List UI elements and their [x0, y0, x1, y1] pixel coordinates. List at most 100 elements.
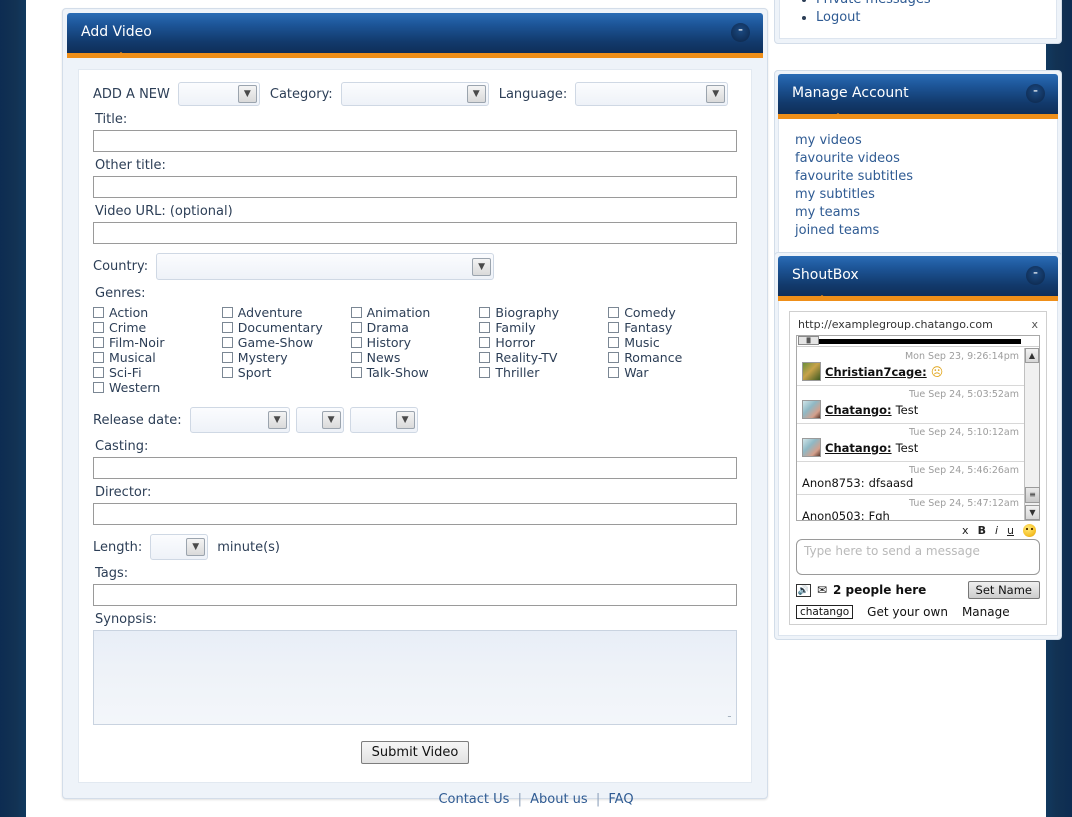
- tags-input[interactable]: [93, 584, 737, 606]
- speaker-icon[interactable]: 🔊: [796, 584, 811, 597]
- genre-checkbox-item[interactable]: Action: [93, 305, 222, 320]
- set-name-button[interactable]: Set Name: [968, 581, 1040, 599]
- other-title-input[interactable]: [93, 176, 737, 198]
- video-url-input[interactable]: [93, 222, 737, 244]
- genre-checkbox-item[interactable]: Horror: [479, 335, 608, 350]
- private-messages-link[interactable]: Private messages: [816, 0, 931, 7]
- genre-checkbox-item[interactable]: Talk-Show: [351, 365, 480, 380]
- checkbox-icon[interactable]: [479, 307, 490, 318]
- length-select[interactable]: ▼: [150, 534, 208, 560]
- checkbox-icon[interactable]: [608, 322, 619, 333]
- checkbox-icon[interactable]: [479, 367, 490, 378]
- checkbox-icon[interactable]: [222, 367, 233, 378]
- scroll-down-icon[interactable]: ▼: [1025, 505, 1040, 520]
- my-videos-link[interactable]: my videos: [795, 133, 1057, 148]
- country-select[interactable]: ▼: [156, 253, 494, 280]
- genre-checkbox-item[interactable]: News: [351, 350, 480, 365]
- synopsis-textarea[interactable]: ╴: [93, 630, 737, 725]
- checkbox-icon[interactable]: [222, 337, 233, 348]
- close-icon[interactable]: x: [1031, 318, 1038, 331]
- underline-button[interactable]: u: [1007, 524, 1014, 537]
- checkbox-icon[interactable]: [351, 352, 362, 363]
- faq-link[interactable]: FAQ: [608, 792, 633, 807]
- clear-format-button[interactable]: x: [962, 524, 969, 537]
- my-teams-link[interactable]: my teams: [795, 205, 1057, 220]
- genre-checkbox-item[interactable]: Mystery: [222, 350, 351, 365]
- checkbox-icon[interactable]: [608, 307, 619, 318]
- genre-checkbox-item[interactable]: Sport: [222, 365, 351, 380]
- genre-checkbox-item[interactable]: Thriller: [479, 365, 608, 380]
- checkbox-icon[interactable]: [608, 352, 619, 363]
- casting-input[interactable]: [93, 457, 737, 479]
- genre-checkbox-item[interactable]: Documentary: [222, 320, 351, 335]
- genre-checkbox-item[interactable]: Fantasy: [608, 320, 737, 335]
- message-username[interactable]: Chatango:: [825, 441, 892, 455]
- joined-teams-link[interactable]: joined teams: [795, 223, 1057, 238]
- checkbox-icon[interactable]: [479, 337, 490, 348]
- genre-checkbox-item[interactable]: War: [608, 365, 737, 380]
- resize-handle-icon[interactable]: ╴: [728, 712, 734, 723]
- language-select[interactable]: ▼: [575, 82, 728, 106]
- checkbox-icon[interactable]: [608, 367, 619, 378]
- chat-scrollbar[interactable]: ▲ ≡ ▼: [1024, 348, 1039, 520]
- message-username[interactable]: Christian7cage:: [825, 365, 927, 379]
- genre-checkbox-item[interactable]: Western: [93, 380, 222, 395]
- checkbox-icon[interactable]: [479, 322, 490, 333]
- genre-checkbox-item[interactable]: Sci-Fi: [93, 365, 222, 380]
- genre-checkbox-item[interactable]: Film-Noir: [93, 335, 222, 350]
- checkbox-icon[interactable]: [479, 352, 490, 363]
- title-input[interactable]: [93, 130, 737, 152]
- checkbox-icon[interactable]: [351, 307, 362, 318]
- chat-message-input[interactable]: Type here to send a message: [796, 539, 1040, 575]
- favourite-subtitles-link[interactable]: favourite subtitles: [795, 169, 1057, 184]
- smiley-icon[interactable]: [1023, 524, 1036, 537]
- genre-checkbox-item[interactable]: Family: [479, 320, 608, 335]
- checkbox-icon[interactable]: [608, 337, 619, 348]
- favourite-videos-link[interactable]: favourite videos: [795, 151, 1057, 166]
- checkbox-icon[interactable]: [222, 352, 233, 363]
- checkbox-icon[interactable]: [222, 307, 233, 318]
- genre-checkbox-item[interactable]: Music: [608, 335, 737, 350]
- genre-checkbox-item[interactable]: Adventure: [222, 305, 351, 320]
- checkbox-icon[interactable]: [351, 367, 362, 378]
- checkbox-icon[interactable]: [351, 322, 362, 333]
- italic-button[interactable]: i: [995, 524, 998, 537]
- message-username[interactable]: Chatango:: [825, 403, 892, 417]
- about-us-link[interactable]: About us: [530, 792, 588, 807]
- genre-checkbox-item[interactable]: Crime: [93, 320, 222, 335]
- submit-video-button[interactable]: Submit Video: [361, 741, 470, 764]
- category-select[interactable]: ▼: [341, 82, 489, 106]
- scrollbar-thumb[interactable]: ≡: [1025, 487, 1040, 503]
- chatango-brand-logo[interactable]: chatango: [796, 605, 853, 619]
- genre-checkbox-item[interactable]: Biography: [479, 305, 608, 320]
- get-your-own-link[interactable]: Get your own: [867, 605, 948, 619]
- genre-checkbox-item[interactable]: Romance: [608, 350, 737, 365]
- checkbox-icon[interactable]: [93, 307, 104, 318]
- genre-checkbox-item[interactable]: Animation: [351, 305, 480, 320]
- minimize-icon[interactable]: -: [731, 23, 750, 42]
- genre-checkbox-item[interactable]: History: [351, 335, 480, 350]
- checkbox-icon[interactable]: [351, 337, 362, 348]
- checkbox-icon[interactable]: [93, 382, 104, 393]
- release-month-select[interactable]: ▼: [296, 407, 344, 433]
- checkbox-icon[interactable]: [93, 367, 104, 378]
- envelope-icon[interactable]: ✉: [815, 584, 829, 597]
- checkbox-icon[interactable]: [222, 322, 233, 333]
- release-day-select[interactable]: ▼: [190, 407, 290, 433]
- director-input[interactable]: [93, 503, 737, 525]
- contact-us-link[interactable]: Contact Us: [438, 792, 509, 807]
- type-select[interactable]: ▼: [178, 82, 260, 106]
- checkbox-icon[interactable]: [93, 352, 104, 363]
- minimize-icon[interactable]: -: [1026, 266, 1045, 285]
- checkbox-icon[interactable]: [93, 322, 104, 333]
- genre-checkbox-item[interactable]: Reality-TV: [479, 350, 608, 365]
- minimize-icon[interactable]: -: [1026, 84, 1045, 103]
- manage-chat-link[interactable]: Manage: [962, 605, 1010, 619]
- checkbox-icon[interactable]: [93, 337, 104, 348]
- genre-checkbox-item[interactable]: Comedy: [608, 305, 737, 320]
- scroll-up-icon[interactable]: ▲: [1025, 348, 1039, 363]
- genre-checkbox-item[interactable]: Drama: [351, 320, 480, 335]
- my-subtitles-link[interactable]: my subtitles: [795, 187, 1057, 202]
- genre-checkbox-item[interactable]: Game-Show: [222, 335, 351, 350]
- release-year-select[interactable]: ▼: [350, 407, 418, 433]
